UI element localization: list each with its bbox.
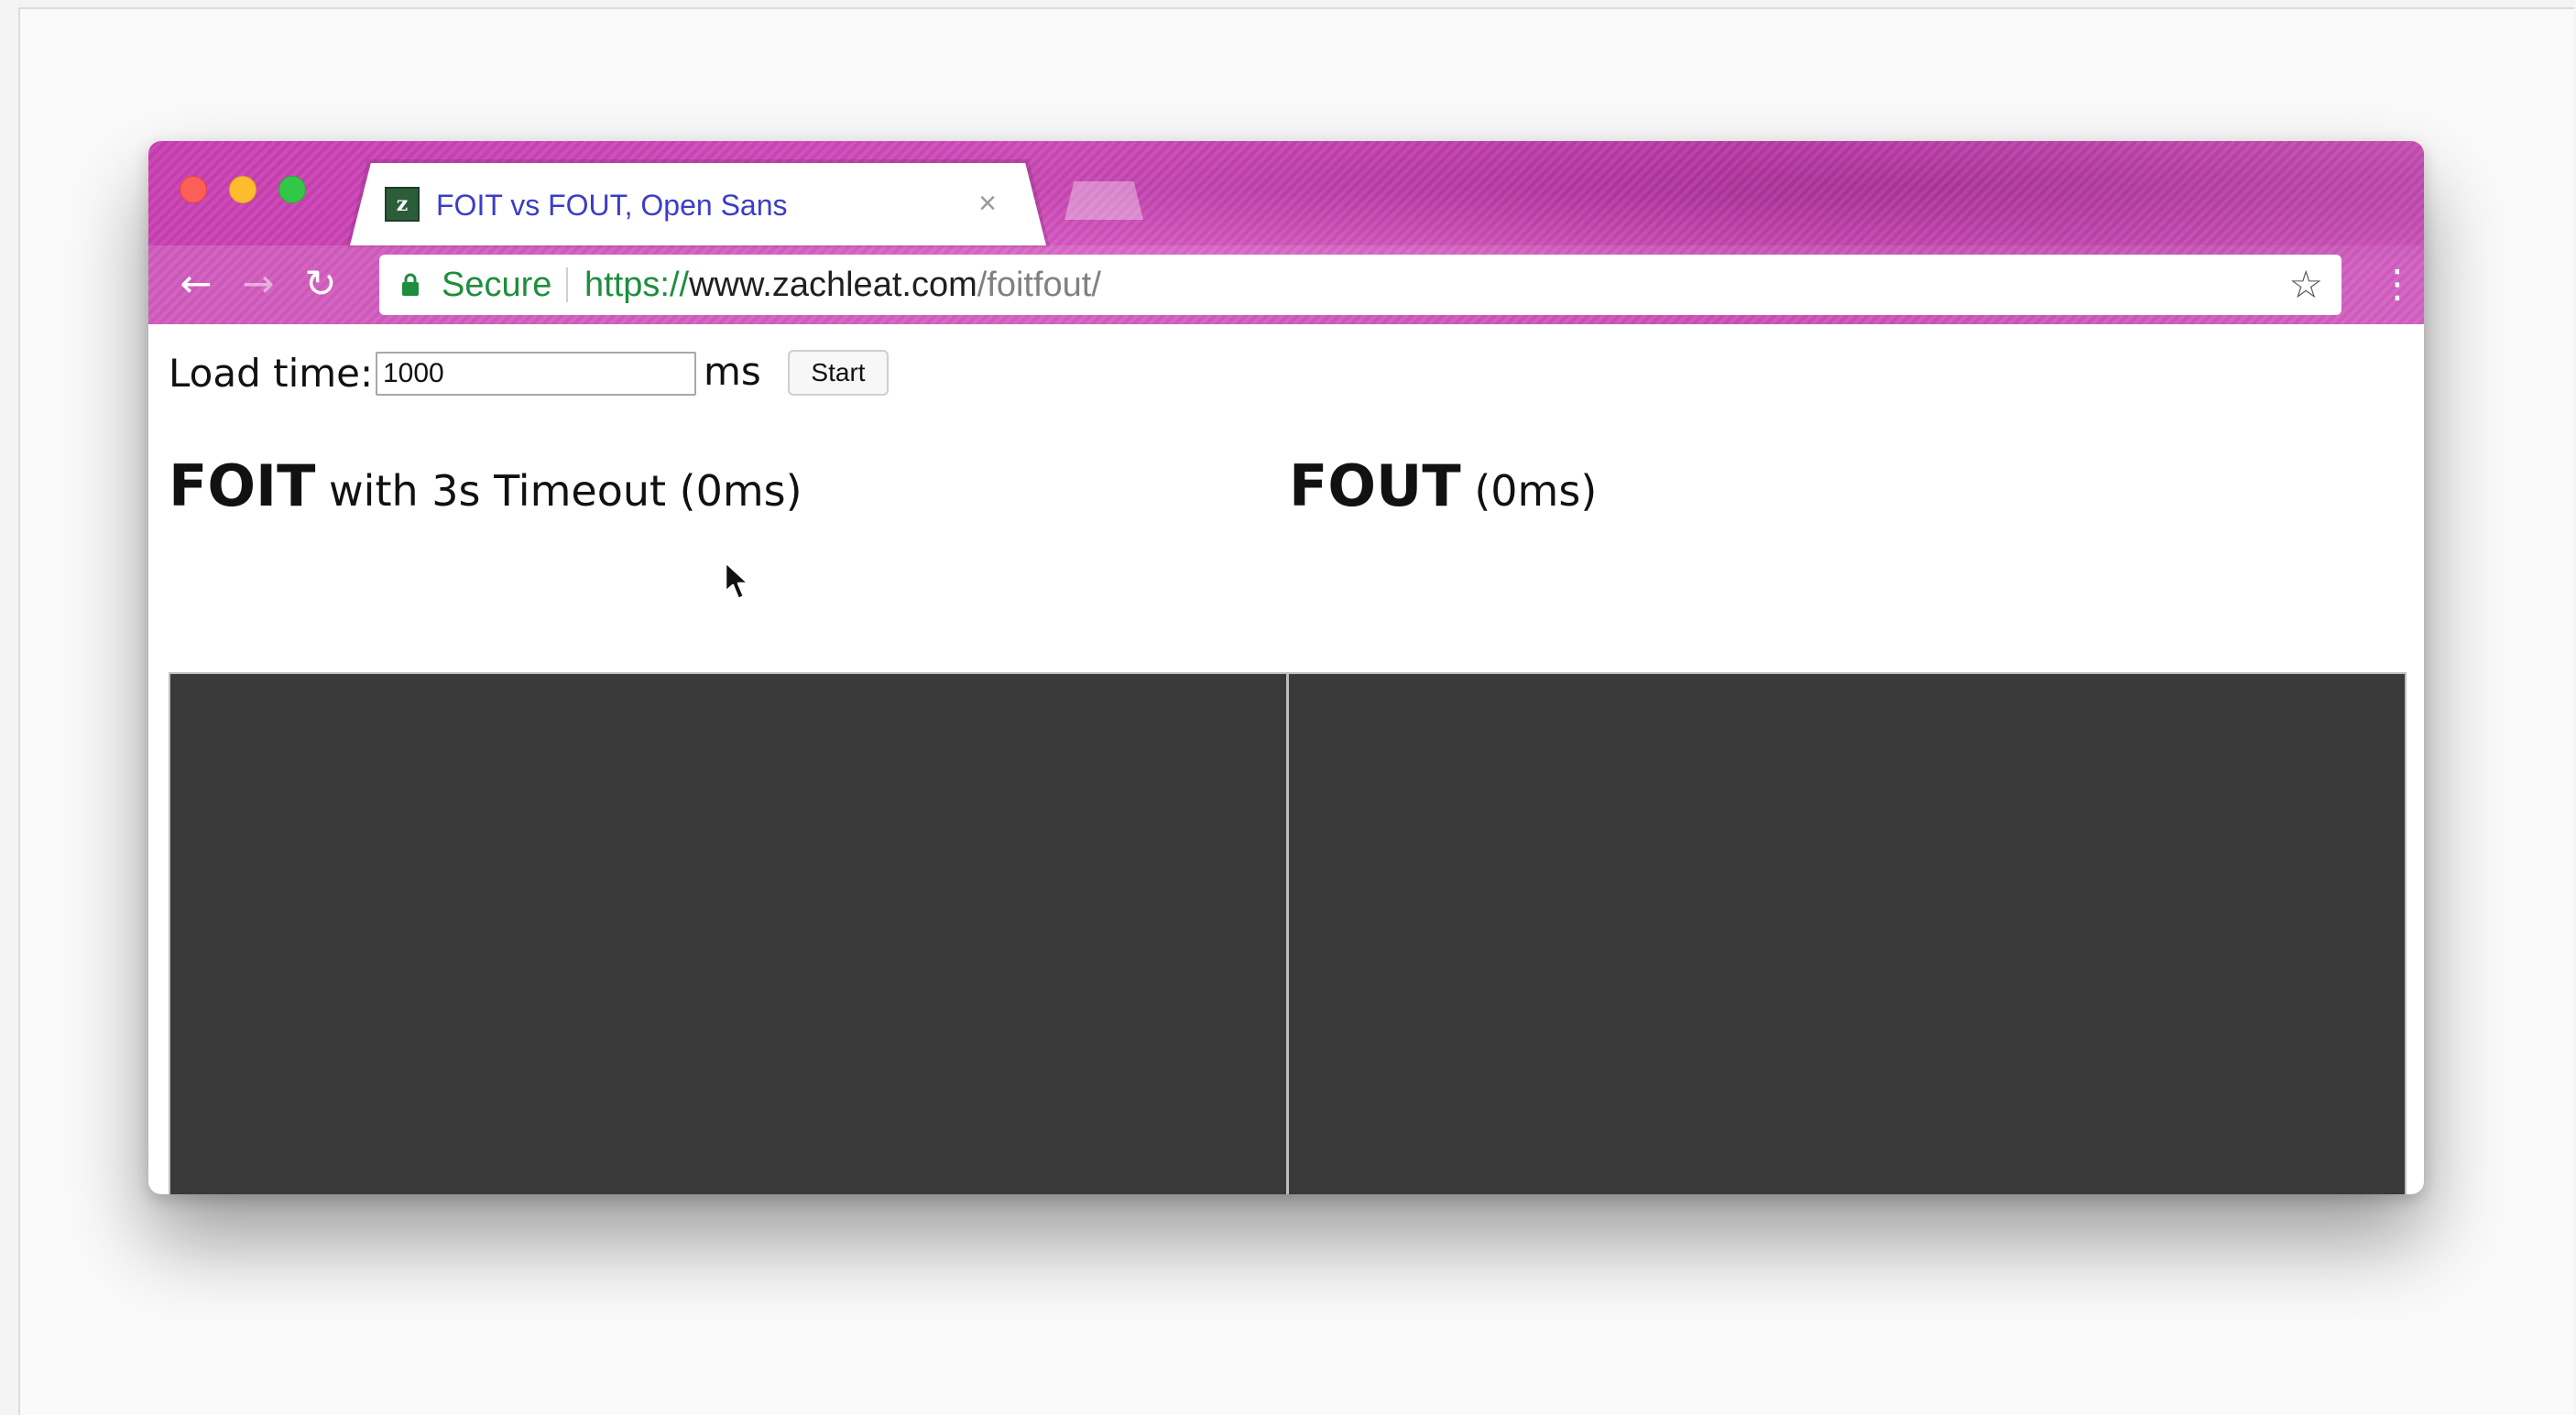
browser-window: z FOIT vs FOUT, Open Sans × ← → ↻ Secure… — [148, 141, 2424, 1194]
new-tab-button[interactable] — [1064, 181, 1143, 220]
close-window-button[interactable] — [180, 176, 207, 203]
tab-close-icon[interactable]: × — [978, 185, 997, 222]
unit-label: ms — [704, 349, 761, 394]
address-bar[interactable]: Secure https://www.zachleat.com/foitfout… — [379, 255, 2341, 315]
mouse-cursor-icon — [724, 561, 750, 601]
omnibox-separator — [566, 267, 568, 302]
vertical-dots-menu-icon[interactable]: ⋮ — [2378, 260, 2417, 308]
fout-title-strong: FOUT — [1289, 452, 1461, 519]
foit-preview-panel — [169, 672, 1288, 1194]
page-content: Load time: ms Start FOIT with 3s Timeout… — [148, 324, 2424, 1194]
browser-chrome: z FOIT vs FOUT, Open Sans × ← → ↻ Secure… — [148, 141, 2424, 324]
zachleat-favicon-icon: z — [385, 187, 420, 222]
fout-preview-panel — [1287, 672, 2407, 1194]
zoom-window-button[interactable] — [278, 176, 306, 203]
star-icon[interactable]: ☆ — [2288, 262, 2323, 308]
url-path: /foitfout/ — [977, 266, 1101, 304]
tab-active[interactable]: z FOIT vs FOUT, Open Sans × — [350, 163, 1046, 245]
url-scheme: https:// — [584, 266, 690, 304]
tab-title: FOIT vs FOUT, Open Sans — [436, 189, 788, 222]
toolbar: ← → ↻ Secure https://www.zachleat.com/fo… — [148, 245, 2424, 324]
load-time-label: Load time: — [169, 351, 374, 396]
url-text[interactable]: https://www.zachleat.com/foitfout/ — [584, 266, 1101, 304]
fout-title-rest: (0ms) — [1460, 466, 1598, 516]
forward-arrow-icon[interactable]: → — [235, 260, 282, 308]
reload-icon[interactable]: ↻ — [297, 260, 344, 308]
back-arrow-icon[interactable]: ← — [172, 260, 220, 308]
foit-title-strong: FOIT — [169, 452, 316, 519]
start-button[interactable]: Start — [788, 350, 889, 396]
foit-panel-title: FOIT with 3s Timeout (0ms) — [169, 454, 802, 533]
minimize-window-button[interactable] — [229, 176, 257, 203]
lock-icon — [402, 273, 419, 296]
load-time-input[interactable] — [376, 352, 696, 396]
secure-label[interactable]: Secure — [442, 266, 551, 304]
url-host: www.zachleat.com — [689, 266, 977, 304]
foit-title-rest: with 3s Timeout (0ms) — [315, 466, 802, 516]
fout-panel-title: FOUT (0ms) — [1289, 454, 1597, 533]
